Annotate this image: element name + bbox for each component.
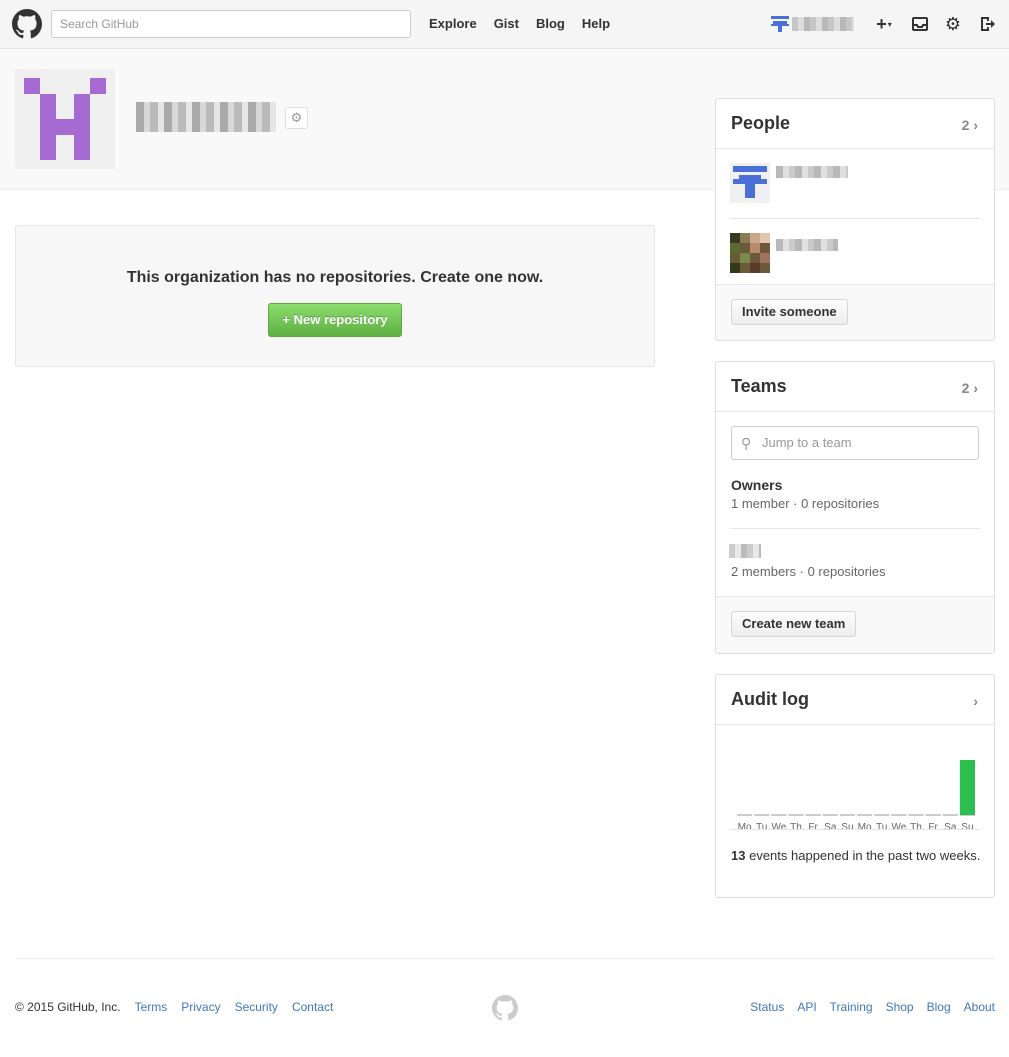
new-repository-button[interactable]: + New repository [268, 303, 402, 337]
footer-link-contact[interactable]: Contact [292, 1000, 333, 1014]
main-nav: Explore Gist Blog Help [429, 16, 610, 31]
chevron-right-icon: › [973, 693, 978, 709]
chart-day-label: Mo [858, 822, 872, 833]
org-name-blurred [136, 102, 276, 132]
member-name-blurred [776, 239, 838, 251]
nav-help[interactable]: Help [582, 16, 610, 31]
gear-icon[interactable]: ⚙ [941, 12, 965, 36]
chart-day-label: Fr [808, 822, 818, 833]
repositories-blankslate: This organization has no repositories. C… [15, 225, 655, 367]
footer-link-shop[interactable]: Shop [886, 1000, 914, 1014]
username-blurred[interactable] [792, 17, 854, 31]
chart-day-label: Su [961, 822, 973, 833]
invite-someone-button[interactable]: Invite someone [731, 299, 848, 325]
team-name-blurred[interactable] [729, 544, 761, 558]
people-header[interactable]: People 2 › [716, 99, 994, 149]
audit-log-header[interactable]: Audit log › [716, 675, 994, 725]
audit-log-box: Audit log › Mo Tu We Th Fr Sa Su Mo Tu We Th Fr Sa Su… [715, 674, 995, 898]
events-text: events happened in the past two weeks. [749, 848, 981, 863]
avatar [730, 163, 770, 203]
footer-link-privacy[interactable]: Privacy [181, 1000, 220, 1014]
footer-link-api[interactable]: API [797, 1000, 816, 1014]
github-logo-icon[interactable] [12, 9, 42, 39]
divider [730, 829, 980, 830]
copyright: © 2015 GitHub, Inc. [15, 1000, 121, 1014]
footer-left: © 2015 GitHub, Inc. Terms Privacy Securi… [15, 1000, 333, 1014]
audit-events-summary: 13 events happened in the past two weeks… [731, 847, 981, 865]
gear-icon: ⚙ [290, 110, 303, 125]
footer-link-status[interactable]: Status [750, 1000, 784, 1014]
team-search-input[interactable]: ⚲ Jump to a team [731, 426, 979, 460]
audit-activity-chart: Mo Tu We Th Fr Sa Su Mo Tu We Th Fr Sa Su [737, 760, 975, 833]
chart-day-label: Mo [738, 822, 752, 833]
people-box: People 2 › Invite someone [715, 98, 995, 341]
footer-link-training[interactable]: Training [830, 1000, 873, 1014]
chart-day-label: We [891, 822, 906, 833]
team-name[interactable]: Owners [731, 477, 782, 493]
chevron-right-icon: › [973, 117, 978, 133]
nav-explore[interactable]: Explore [429, 16, 477, 31]
member-name-blurred [776, 166, 848, 178]
team-meta: 2 members · 0 repositories [731, 564, 886, 579]
plus-icon[interactable]: + ▾ [870, 12, 898, 36]
inbox-icon[interactable] [908, 12, 932, 36]
signout-icon[interactable] [975, 12, 999, 36]
list-item[interactable] [730, 219, 980, 279]
footer-link-blog[interactable]: Blog [927, 1000, 951, 1014]
people-footer: Invite someone [716, 284, 994, 340]
chart-day-label: Th [910, 822, 922, 833]
people-title: People [731, 113, 791, 133]
audit-log-title: Audit log [731, 689, 809, 709]
chart-day-label: Tu [876, 822, 887, 833]
events-count: 13 [731, 848, 746, 863]
chart-day-label: Sa [824, 822, 837, 833]
search-input[interactable]: Search GitHub [51, 10, 411, 38]
chart-day-label: We [771, 822, 786, 833]
chevron-right-icon: › [973, 380, 978, 396]
teams-title: Teams [731, 376, 787, 396]
site-header: Search GitHub Explore Gist Blog Help + ▾ … [0, 0, 1009, 49]
teams-count: 2 › [961, 380, 978, 396]
user-avatar[interactable] [771, 15, 789, 33]
footer-link-about[interactable]: About [964, 1000, 995, 1014]
blankslate-message: This organization has no repositories. C… [126, 269, 544, 286]
people-count: 2 › [961, 117, 978, 133]
github-mark-icon[interactable] [492, 995, 518, 1021]
search-icon: ⚲ [741, 435, 752, 451]
chart-bar [959, 760, 975, 815]
footer-right: Status API Training Shop Blog About [750, 1000, 995, 1014]
teams-box: Teams 2 › ⚲ Jump to a team Owners 1 memb… [715, 361, 995, 654]
nav-gist[interactable]: Gist [494, 16, 519, 31]
team-meta: 1 member · 0 repositories [731, 496, 880, 511]
teams-header[interactable]: Teams 2 › [716, 362, 994, 412]
footer-link-security[interactable]: Security [235, 1000, 278, 1014]
divider [730, 528, 980, 529]
teams-footer: Create new team [716, 596, 994, 653]
list-item[interactable] [730, 149, 980, 209]
footer-divider [15, 958, 995, 959]
chart-day-label: Fr [928, 822, 938, 833]
chart-day-label: Th [790, 822, 802, 833]
chart-day-label: Su [841, 822, 853, 833]
chart-day-label: Sa [944, 822, 957, 833]
chart-day-label: Tu [756, 822, 767, 833]
create-new-team-button[interactable]: Create new team [731, 611, 857, 637]
org-settings-button[interactable]: ⚙ [285, 107, 308, 129]
avatar [730, 233, 770, 273]
footer-link-terms[interactable]: Terms [135, 1000, 168, 1014]
nav-blog[interactable]: Blog [536, 16, 565, 31]
org-avatar [15, 69, 115, 169]
